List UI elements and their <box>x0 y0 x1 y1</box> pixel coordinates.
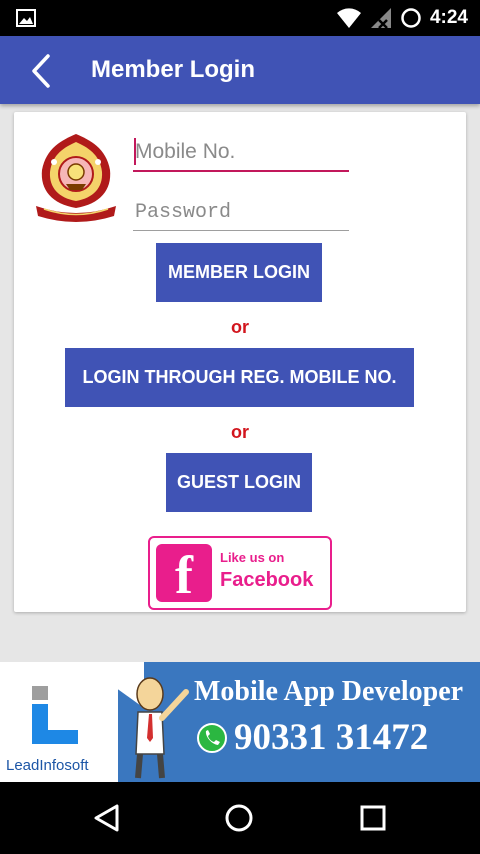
page-title: Member Login <box>91 56 256 83</box>
status-bar: 4:24 <box>0 0 480 36</box>
or-separator: or <box>231 422 249 442</box>
member-login-button[interactable]: MEMBER LOGIN <box>156 243 322 302</box>
facebook-icon: f <box>156 544 212 605</box>
signal-icon <box>370 8 391 29</box>
image-icon <box>16 9 36 27</box>
ad-phone-number: 90331 31472 <box>234 717 429 758</box>
facebook-like-badge[interactable]: f Like us on Facebook <box>148 536 332 610</box>
wifi-icon <box>336 8 361 28</box>
guest-login-button[interactable]: GUEST LOGIN <box>166 453 312 512</box>
back-arrow-icon[interactable] <box>26 52 60 90</box>
mobile-number-input[interactable] <box>133 134 349 172</box>
clock-time: 4:24 <box>429 7 468 28</box>
ad-logo-name: LeadInfosoft <box>6 757 89 774</box>
app-bar: Member Login <box>0 36 480 104</box>
text-cursor <box>134 138 136 165</box>
organization-emblem-logo <box>36 134 116 222</box>
facebook-badge-title: Facebook <box>220 569 314 591</box>
back-triangle-icon[interactable] <box>89 800 125 836</box>
recents-square-icon[interactable] <box>355 800 391 836</box>
alarm-icon <box>401 8 421 28</box>
or-separator: or <box>231 317 249 337</box>
home-circle-icon[interactable] <box>221 800 257 836</box>
login-card: MEMBER LOGIN or LOGIN THROUGH REG. MOBIL… <box>14 112 466 612</box>
system-navigation-bar <box>0 782 480 854</box>
leadinfosoft-logo-icon <box>32 686 78 744</box>
ad-banner[interactable]: LeadInfosoft Mobile App Developer 90331 … <box>0 662 480 782</box>
cartoon-developer-icon <box>135 677 189 779</box>
facebook-badge-caption: Like us on <box>220 550 285 565</box>
ad-title: Mobile App Developer <box>194 676 464 707</box>
password-input[interactable] <box>133 194 349 231</box>
whatsapp-icon <box>197 723 227 753</box>
login-through-registered-mobile-button[interactable]: LOGIN THROUGH REG. MOBILE NO. <box>65 348 414 407</box>
